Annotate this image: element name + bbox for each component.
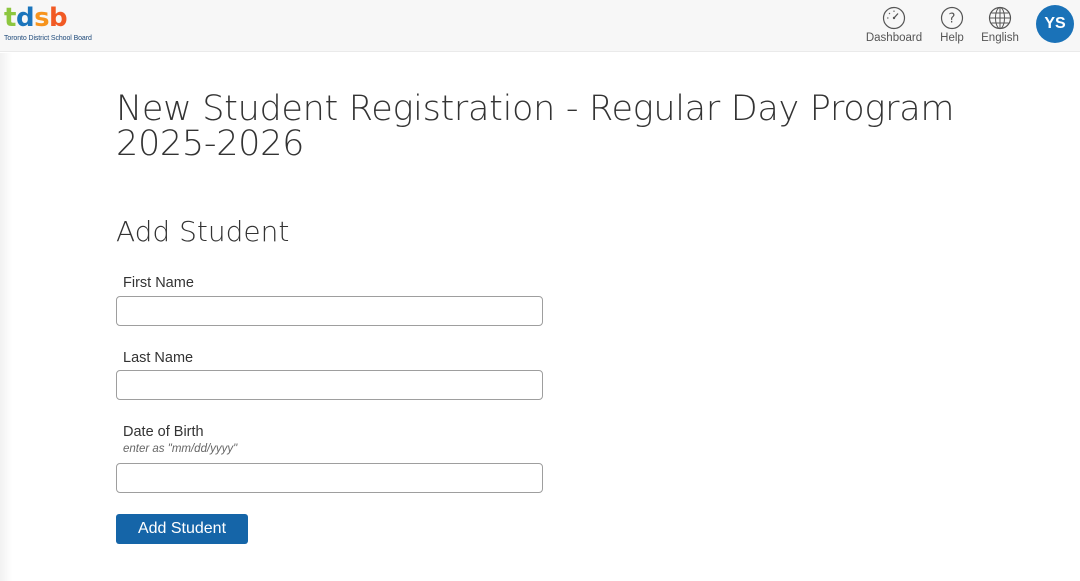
- dob-input[interactable]: [116, 463, 543, 493]
- first-name-input[interactable]: [116, 296, 543, 326]
- nav-dashboard-label: Dashboard: [865, 32, 923, 44]
- svg-text:?: ?: [949, 12, 956, 27]
- nav-dashboard[interactable]: Dashboard: [864, 6, 924, 44]
- left-edge-shadow: [0, 53, 12, 581]
- add-student-button[interactable]: Add Student: [116, 514, 248, 544]
- tdsb-logo[interactable]: tdsb Toronto District School Board: [4, 4, 92, 42]
- logo-letter-d: d: [15, 3, 35, 33]
- logo-letter-s: s: [34, 3, 50, 33]
- nav-language-label: English: [981, 32, 1019, 44]
- logo-subtitle: Toronto District School Board: [4, 35, 92, 42]
- user-avatar[interactable]: YS: [1036, 5, 1074, 43]
- nav-language[interactable]: English: [979, 6, 1021, 44]
- last-name-input[interactable]: [116, 370, 543, 400]
- nav-help-label: Help: [940, 32, 964, 44]
- help-question-icon: ?: [940, 6, 964, 30]
- logo-letter-b: b: [49, 3, 68, 33]
- last-name-label: Last Name: [123, 350, 194, 366]
- first-name-label: First Name: [123, 275, 194, 291]
- nav-help[interactable]: ? Help: [936, 6, 968, 44]
- section-title: Add Student: [116, 215, 290, 248]
- logo-letter-t: t: [4, 3, 16, 33]
- globe-icon: [988, 6, 1012, 30]
- dob-label: Date of Birth: [123, 424, 204, 440]
- logo-wordmark: tdsb: [4, 4, 92, 32]
- top-header-bar: tdsb Toronto District School Board Dashb…: [0, 0, 1080, 52]
- dashboard-gauge-icon: [882, 6, 906, 30]
- dob-format-hint: enter as "mm/dd/yyyy": [123, 443, 238, 455]
- page-title: New Student Registration - Regular Day P…: [116, 89, 955, 164]
